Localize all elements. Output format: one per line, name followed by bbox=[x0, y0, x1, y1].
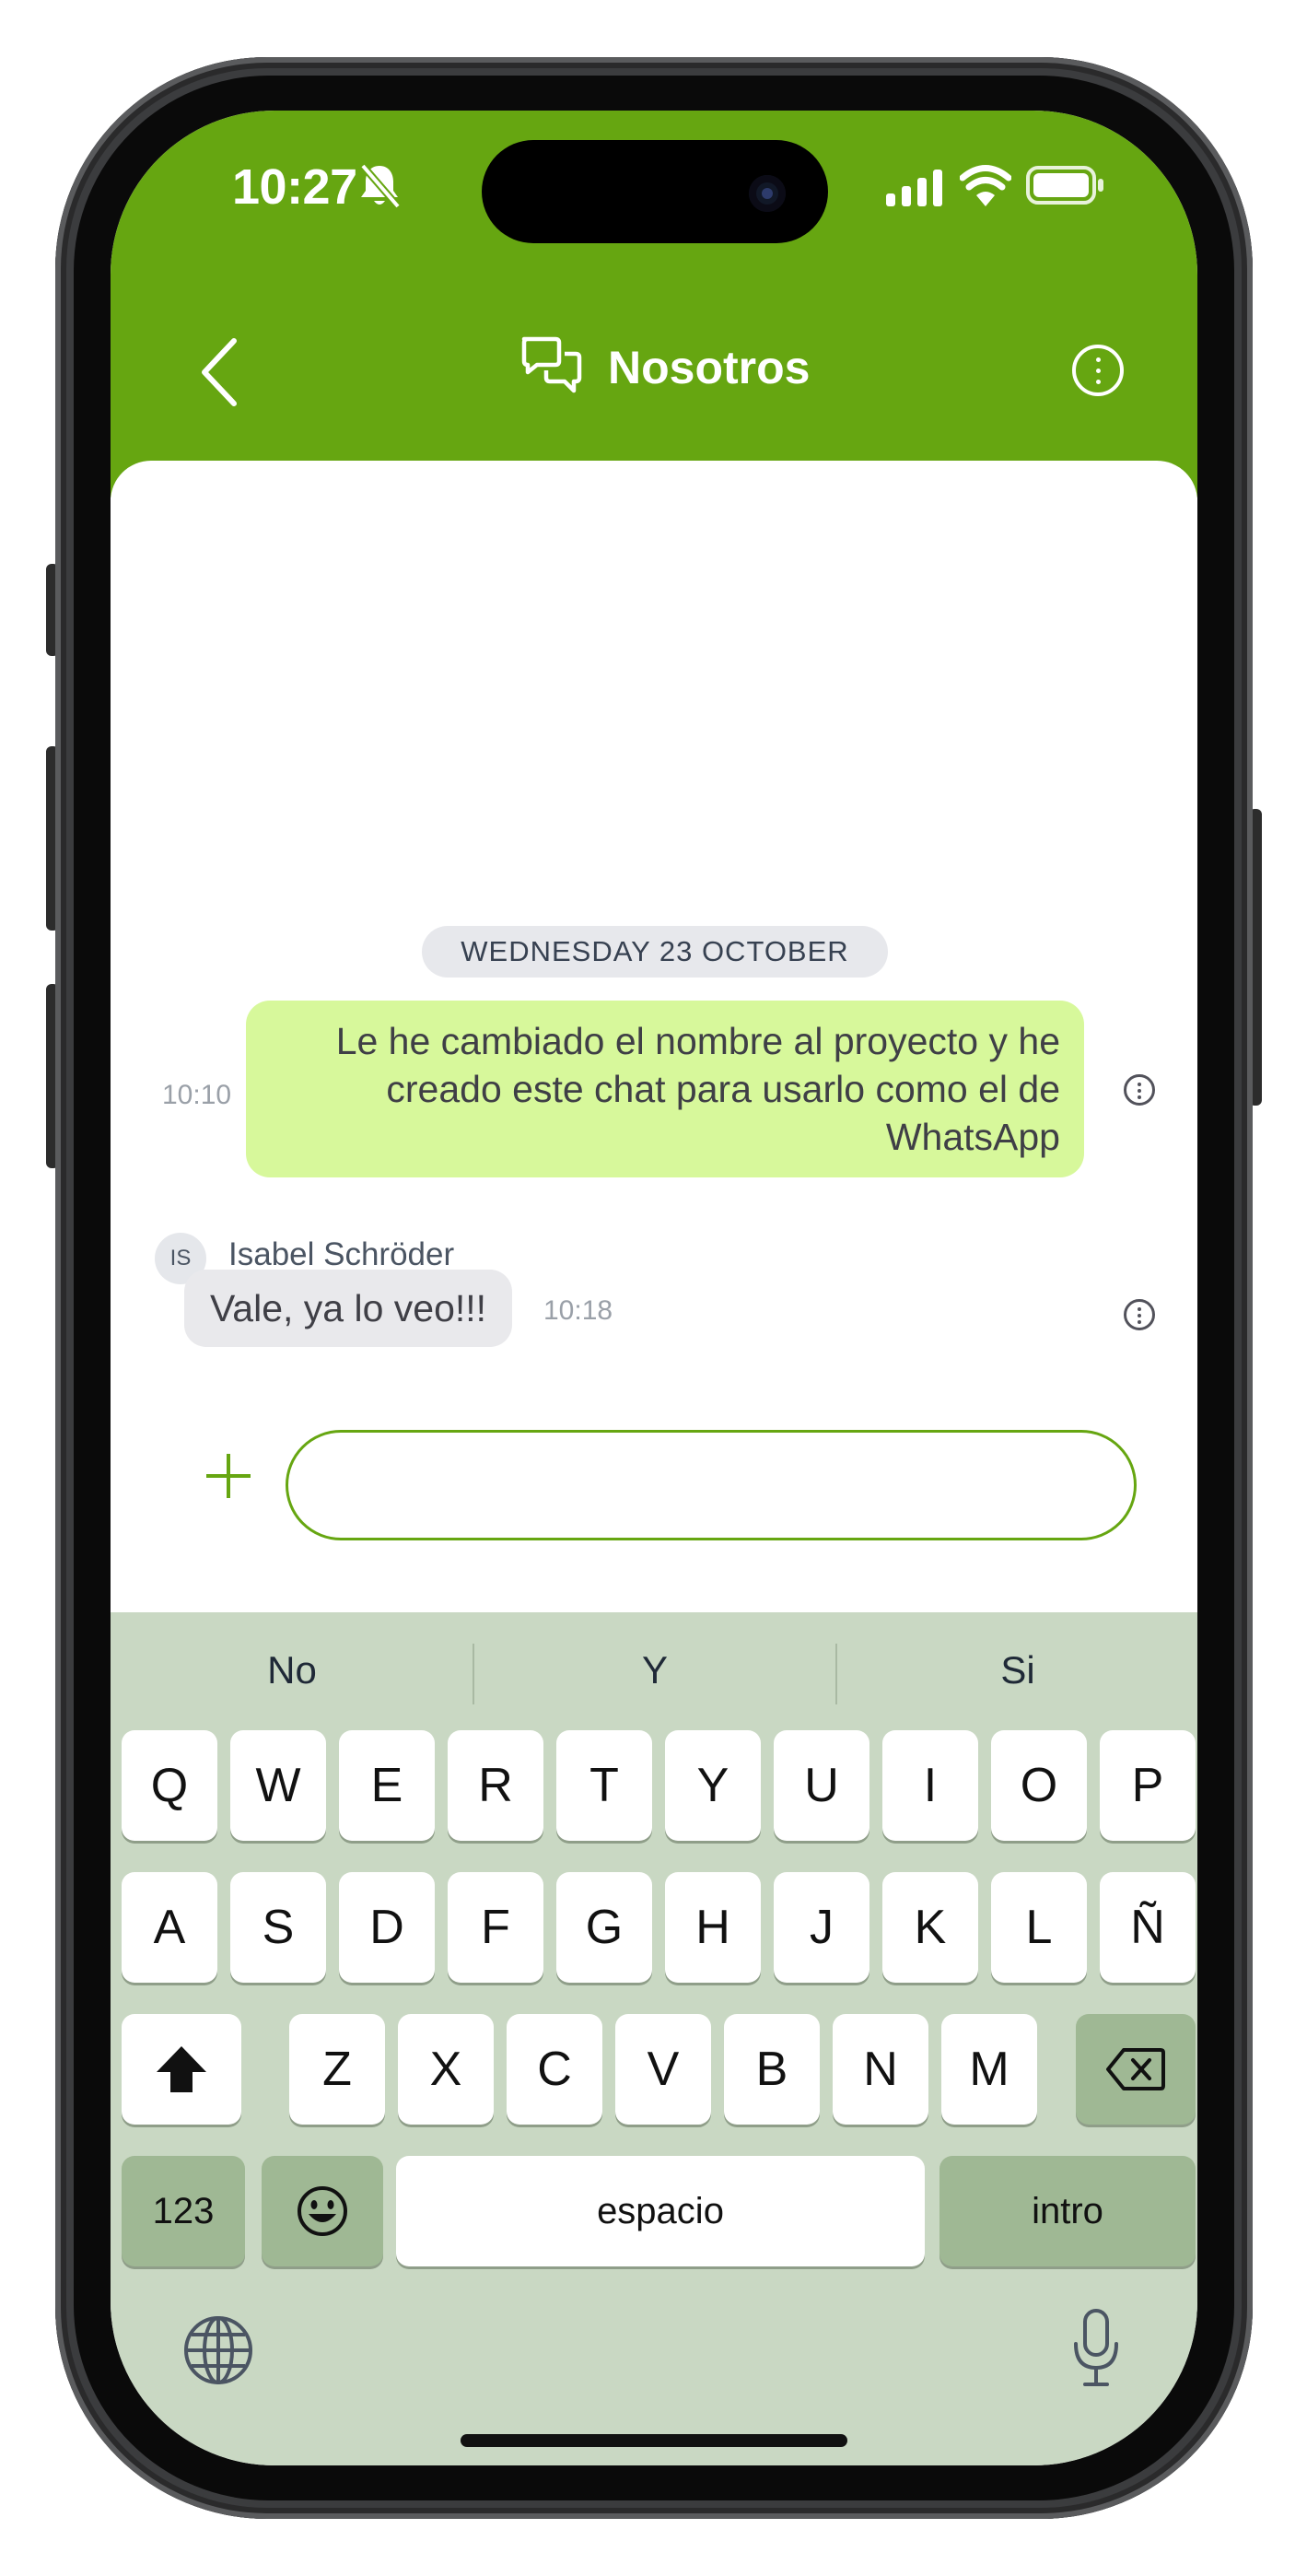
outgoing-message-bubble[interactable]: Le he cambiado el nombre al proyecto y h… bbox=[246, 1001, 1084, 1177]
key-i[interactable]: I bbox=[882, 1730, 978, 1841]
message-line: Le he cambiado el nombre al proyecto y h… bbox=[335, 1020, 1060, 1062]
message-time: 10:18 bbox=[543, 1295, 613, 1326]
backspace-icon bbox=[1106, 2048, 1165, 2090]
camera bbox=[749, 175, 786, 212]
screen: 10:27 Nosotros WEDNESDAY 23 OCTOBER 10:1… bbox=[111, 111, 1197, 2465]
key-x[interactable]: X bbox=[398, 2014, 494, 2125]
cellular-signal-icon bbox=[886, 170, 942, 206]
message-time: 10:10 bbox=[162, 1080, 232, 1110]
delete-key[interactable] bbox=[1076, 2014, 1196, 2125]
key-y[interactable]: Y bbox=[665, 1730, 761, 1841]
key-l[interactable]: L bbox=[991, 1872, 1087, 1983]
key-m[interactable]: M bbox=[941, 2014, 1037, 2125]
key-d[interactable]: D bbox=[339, 1872, 435, 1983]
wifi-icon bbox=[960, 165, 1011, 206]
key-n-tilde[interactable]: Ñ bbox=[1100, 1872, 1196, 1983]
key-v[interactable]: V bbox=[615, 2014, 711, 2125]
options-button[interactable] bbox=[1072, 345, 1124, 396]
key-z[interactable]: Z bbox=[289, 2014, 385, 2125]
suggestion-item[interactable]: Si bbox=[836, 1637, 1197, 1704]
dynamic-island bbox=[482, 140, 828, 243]
bell-slash-icon bbox=[359, 163, 402, 209]
sender-name: Isabel Schröder bbox=[228, 1236, 455, 1272]
key-q[interactable]: Q bbox=[122, 1730, 217, 1841]
key-e[interactable]: E bbox=[339, 1730, 435, 1841]
message-options-icon[interactable] bbox=[1124, 1074, 1155, 1106]
numbers-key[interactable]: 123 bbox=[122, 2156, 245, 2266]
status-time: 10:27 bbox=[232, 159, 357, 215]
incoming-message-bubble[interactable]: Vale, ya lo veo!!! bbox=[184, 1270, 513, 1347]
key-t[interactable]: T bbox=[556, 1730, 652, 1841]
key-k[interactable]: K bbox=[882, 1872, 978, 1983]
key-r[interactable]: R bbox=[448, 1730, 543, 1841]
key-c[interactable]: C bbox=[507, 2014, 602, 2125]
home-indicator bbox=[461, 2434, 847, 2447]
key-s[interactable]: S bbox=[230, 1872, 326, 1983]
key-o[interactable]: O bbox=[991, 1730, 1087, 1841]
attach-plus-icon[interactable] bbox=[206, 1454, 251, 1498]
message-options-icon[interactable] bbox=[1124, 1299, 1155, 1330]
more-vertical-icon bbox=[1096, 357, 1101, 385]
key-n[interactable]: N bbox=[833, 2014, 928, 2125]
suggestion-item[interactable]: No bbox=[111, 1637, 473, 1704]
shift-arrow-icon bbox=[157, 2046, 206, 2092]
key-a[interactable]: A bbox=[122, 1872, 217, 1983]
emoji-icon bbox=[298, 2186, 347, 2236]
key-h[interactable]: H bbox=[665, 1872, 761, 1983]
key-g[interactable]: G bbox=[556, 1872, 652, 1983]
microphone-icon[interactable] bbox=[1070, 2307, 1122, 2390]
space-key[interactable]: espacio bbox=[396, 2156, 925, 2266]
key-b[interactable]: B bbox=[724, 2014, 820, 2125]
key-j[interactable]: J bbox=[774, 1872, 869, 1983]
key-u[interactable]: U bbox=[774, 1730, 869, 1841]
shift-key[interactable] bbox=[122, 2014, 241, 2125]
suggestion-item[interactable]: Y bbox=[473, 1637, 836, 1704]
message-line: creado este chat para usarlo como el de bbox=[386, 1068, 1060, 1110]
message-line: WhatsApp bbox=[885, 1116, 1060, 1158]
battery-icon bbox=[1026, 166, 1103, 205]
chat-bubbles-icon bbox=[521, 336, 582, 393]
message-input[interactable] bbox=[286, 1430, 1137, 1540]
chat-title: Nosotros bbox=[608, 342, 811, 393]
back-chevron-icon[interactable] bbox=[199, 337, 239, 407]
return-key[interactable]: intro bbox=[939, 2156, 1196, 2266]
date-separator: WEDNESDAY 23 OCTOBER bbox=[422, 926, 888, 978]
key-p[interactable]: P bbox=[1100, 1730, 1196, 1841]
globe-icon[interactable] bbox=[182, 2314, 254, 2386]
emoji-key[interactable] bbox=[262, 2156, 383, 2266]
key-f[interactable]: F bbox=[448, 1872, 543, 1983]
key-w[interactable]: W bbox=[230, 1730, 326, 1841]
